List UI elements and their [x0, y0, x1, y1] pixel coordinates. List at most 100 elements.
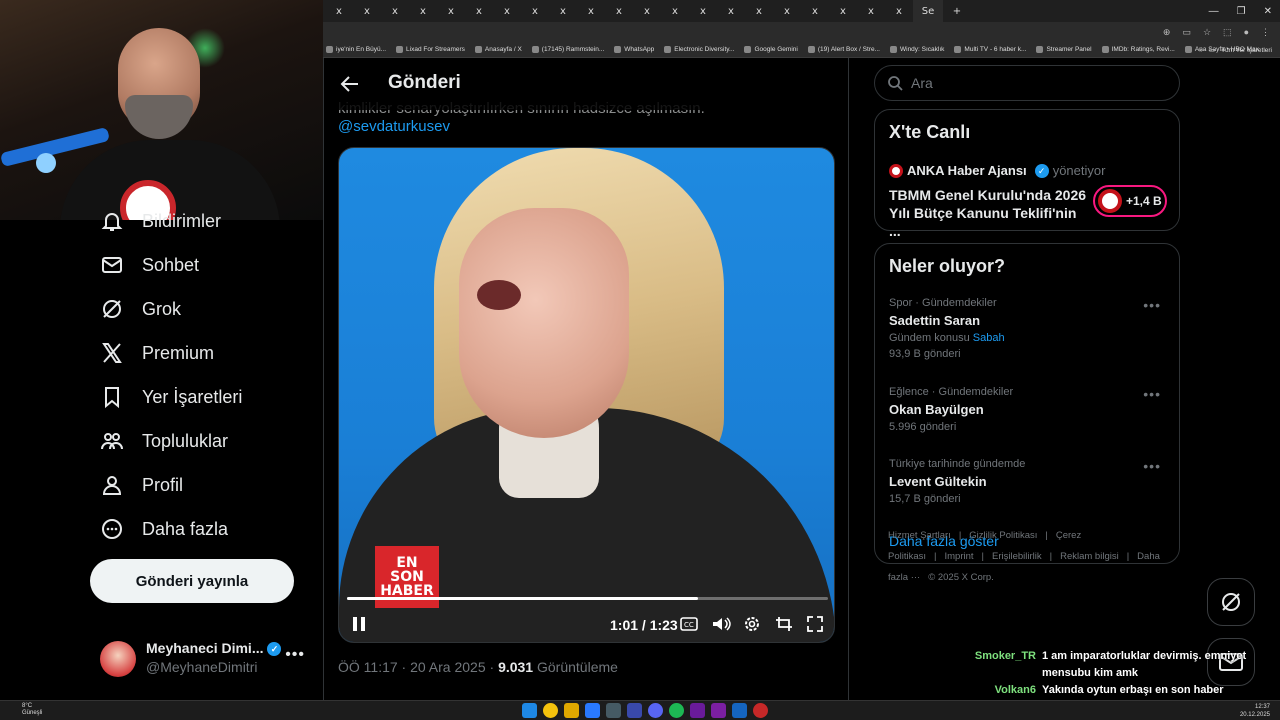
live-source[interactable]: ANKA Haber Ajansı ✓ yönetiyor	[889, 163, 1105, 178]
trend-item[interactable]: Türkiye tarihinde gündemde Levent Gültek…	[889, 458, 1169, 505]
browser-tab[interactable]: x	[717, 0, 745, 22]
browser-tab[interactable]: x	[549, 0, 577, 22]
cast-icon[interactable]: ▭	[1182, 27, 1191, 38]
trend-more-icon[interactable]: •••	[1143, 386, 1161, 402]
trend-item[interactable]: Eğlence · Gündemdekiler Okan Bayülgen 5.…	[889, 386, 1169, 433]
browser-tab[interactable]: x	[437, 0, 465, 22]
bookmark-item[interactable]: IMDb: Ratings, Revi...	[1101, 46, 1175, 53]
spotify-icon[interactable]	[669, 703, 684, 718]
browser-tab[interactable]: x	[857, 0, 885, 22]
zoom-icon[interactable]: ⊕	[1163, 27, 1171, 38]
start-icon[interactable]	[522, 703, 537, 718]
nav-item-bell[interactable]: Bildirimler	[100, 205, 221, 237]
nav-item-bookmark[interactable]: Yer İşaretleri	[100, 381, 242, 413]
browser-tab[interactable]: x	[493, 0, 521, 22]
new-tab-button[interactable]: +	[943, 0, 971, 22]
browser-tab[interactable]: x	[801, 0, 829, 22]
trend-more-icon[interactable]: •••	[1143, 458, 1161, 474]
footer-link[interactable]: Imprint	[944, 551, 973, 562]
trend-more-icon[interactable]: •••	[1143, 297, 1161, 313]
live-listeners-pill[interactable]: +1,4 B	[1093, 185, 1167, 217]
browser-tab[interactable]: x	[409, 0, 437, 22]
video-player[interactable]: EN SON HABER 1:01 / 1:23 CC	[338, 147, 835, 643]
trend-item[interactable]: Spor · Gündemdekiler Sadettin Saran Günd…	[889, 297, 1169, 360]
discord-icon[interactable]	[648, 703, 663, 718]
bookmark-item[interactable]: Windy: Sıcaklık	[889, 46, 944, 53]
browser-tab-active[interactable]: Se	[913, 0, 943, 22]
bookmark-item[interactable]: Streamer Panel	[1036, 46, 1092, 53]
grok-fab[interactable]	[1207, 578, 1255, 626]
app-icon[interactable]	[732, 703, 747, 718]
volume-icon[interactable]	[709, 612, 733, 636]
browser-tab[interactable]: x	[689, 0, 717, 22]
maximize-icon[interactable]: ❐	[1237, 6, 1246, 17]
browser-tab[interactable]: x	[465, 0, 493, 22]
bookmark-item[interactable]: Anasayfa / X	[474, 46, 522, 53]
footer-link[interactable]: Hizmet Şartları	[888, 530, 951, 541]
app-icon[interactable]	[585, 703, 600, 718]
folder-icon[interactable]	[564, 703, 579, 718]
mention-link[interactable]: @sevdaturkusev	[338, 118, 450, 135]
browser-tab[interactable]: x	[577, 0, 605, 22]
nav-item-person[interactable]: Profil	[100, 469, 183, 501]
trend-topic-link[interactable]: Sabah	[973, 332, 1005, 344]
browser-tab[interactable]: x	[885, 0, 913, 22]
browser-tab[interactable]: x	[381, 0, 409, 22]
nav-item-x-logo[interactable]: Premium	[100, 337, 214, 369]
fullscreen-icon[interactable]	[803, 612, 827, 636]
browser-tab[interactable]: x	[521, 0, 549, 22]
bookmark-item[interactable]: iye'nin En Büyü...	[326, 46, 386, 53]
browser-tab[interactable]: x	[605, 0, 633, 22]
captions-icon[interactable]: CC	[677, 612, 701, 636]
live-title[interactable]: TBMM Genel Kurulu'nda 2026 Yılı Bütçe Ka…	[889, 186, 1089, 240]
bookmark-item[interactable]: Electronic Diversity...	[664, 46, 734, 53]
system-clock[interactable]: 12:37 20.12.2025	[1240, 703, 1270, 719]
menu-icon[interactable]: ⋮	[1261, 27, 1270, 38]
bookmarks-overflow[interactable]: »	[1199, 47, 1203, 54]
pip-icon[interactable]	[772, 612, 796, 636]
pause-icon[interactable]	[347, 612, 371, 636]
browser-tab[interactable]: x	[353, 0, 381, 22]
browser-tab[interactable]: x	[745, 0, 773, 22]
footer-link[interactable]: Gizlilik Politikası	[969, 530, 1037, 541]
app-icon[interactable]	[627, 703, 642, 718]
browser-tab[interactable]: x	[633, 0, 661, 22]
browser-tab[interactable]: x	[773, 0, 801, 22]
bookmark-item[interactable]: Multi TV - 6 haber k...	[954, 46, 1026, 53]
bookmark-item[interactable]: Lixad For Streamers	[396, 46, 465, 53]
nav-item-grok[interactable]: Grok	[100, 293, 181, 325]
steam-icon[interactable]	[606, 703, 621, 718]
minimize-icon[interactable]: —	[1209, 6, 1219, 17]
bookmark-item[interactable]: (19) Alert Box / Stre...	[807, 46, 880, 53]
browser-tab[interactable]: x	[325, 0, 353, 22]
bookmark-item[interactable]: Google Gemini	[744, 46, 798, 53]
nav-item-communities[interactable]: Topluluklar	[100, 425, 228, 457]
profile-more-icon[interactable]: •••	[285, 646, 305, 664]
video-progress-bar[interactable]	[347, 597, 828, 600]
extensions-icon[interactable]: ⬚	[1223, 27, 1232, 38]
browser-tab[interactable]: x	[661, 0, 689, 22]
chrome-icon[interactable]	[543, 703, 558, 718]
post-button[interactable]: Gönderi yayınla	[90, 559, 294, 603]
bookmark-item[interactable]: WhatsApp	[614, 46, 654, 53]
bookmark-item[interactable]: (17145) Rammstein...	[531, 46, 604, 53]
close-icon[interactable]: ✕	[1264, 6, 1272, 17]
obs-icon[interactable]	[753, 703, 768, 718]
app-icon[interactable]	[711, 703, 726, 718]
weather-widget[interactable]: 8°C Güneşli	[8, 703, 42, 717]
footer-link[interactable]: Erişilebilirlik	[992, 551, 1042, 562]
nav-item-mail[interactable]: Sohbet	[100, 249, 199, 281]
profile-switcher[interactable]: Meyhaneci Dimi... ✓ @MeyhaneDimitri •••	[100, 636, 315, 680]
footer-link[interactable]: Reklam bilgisi	[1060, 551, 1119, 562]
profile-icon[interactable]: ●	[1244, 27, 1249, 37]
browser-tab[interactable]: x	[829, 0, 857, 22]
back-arrow-icon[interactable]	[338, 72, 362, 96]
post-timestamp[interactable]: ÖÖ 11:17 · 20 Ara 2025 ·	[338, 659, 498, 675]
app-icon[interactable]	[690, 703, 705, 718]
footer-link[interactable]: © 2025 X Corp.	[928, 572, 994, 583]
settings-gear-icon[interactable]	[740, 612, 764, 636]
all-bookmarks[interactable]: Tüm Yer İşaretleri	[1221, 47, 1272, 54]
star-icon[interactable]: ☆	[1203, 27, 1211, 38]
nav-item-more-circle[interactable]: Daha fazla	[100, 513, 228, 545]
search-input[interactable]: Ara	[874, 65, 1180, 101]
